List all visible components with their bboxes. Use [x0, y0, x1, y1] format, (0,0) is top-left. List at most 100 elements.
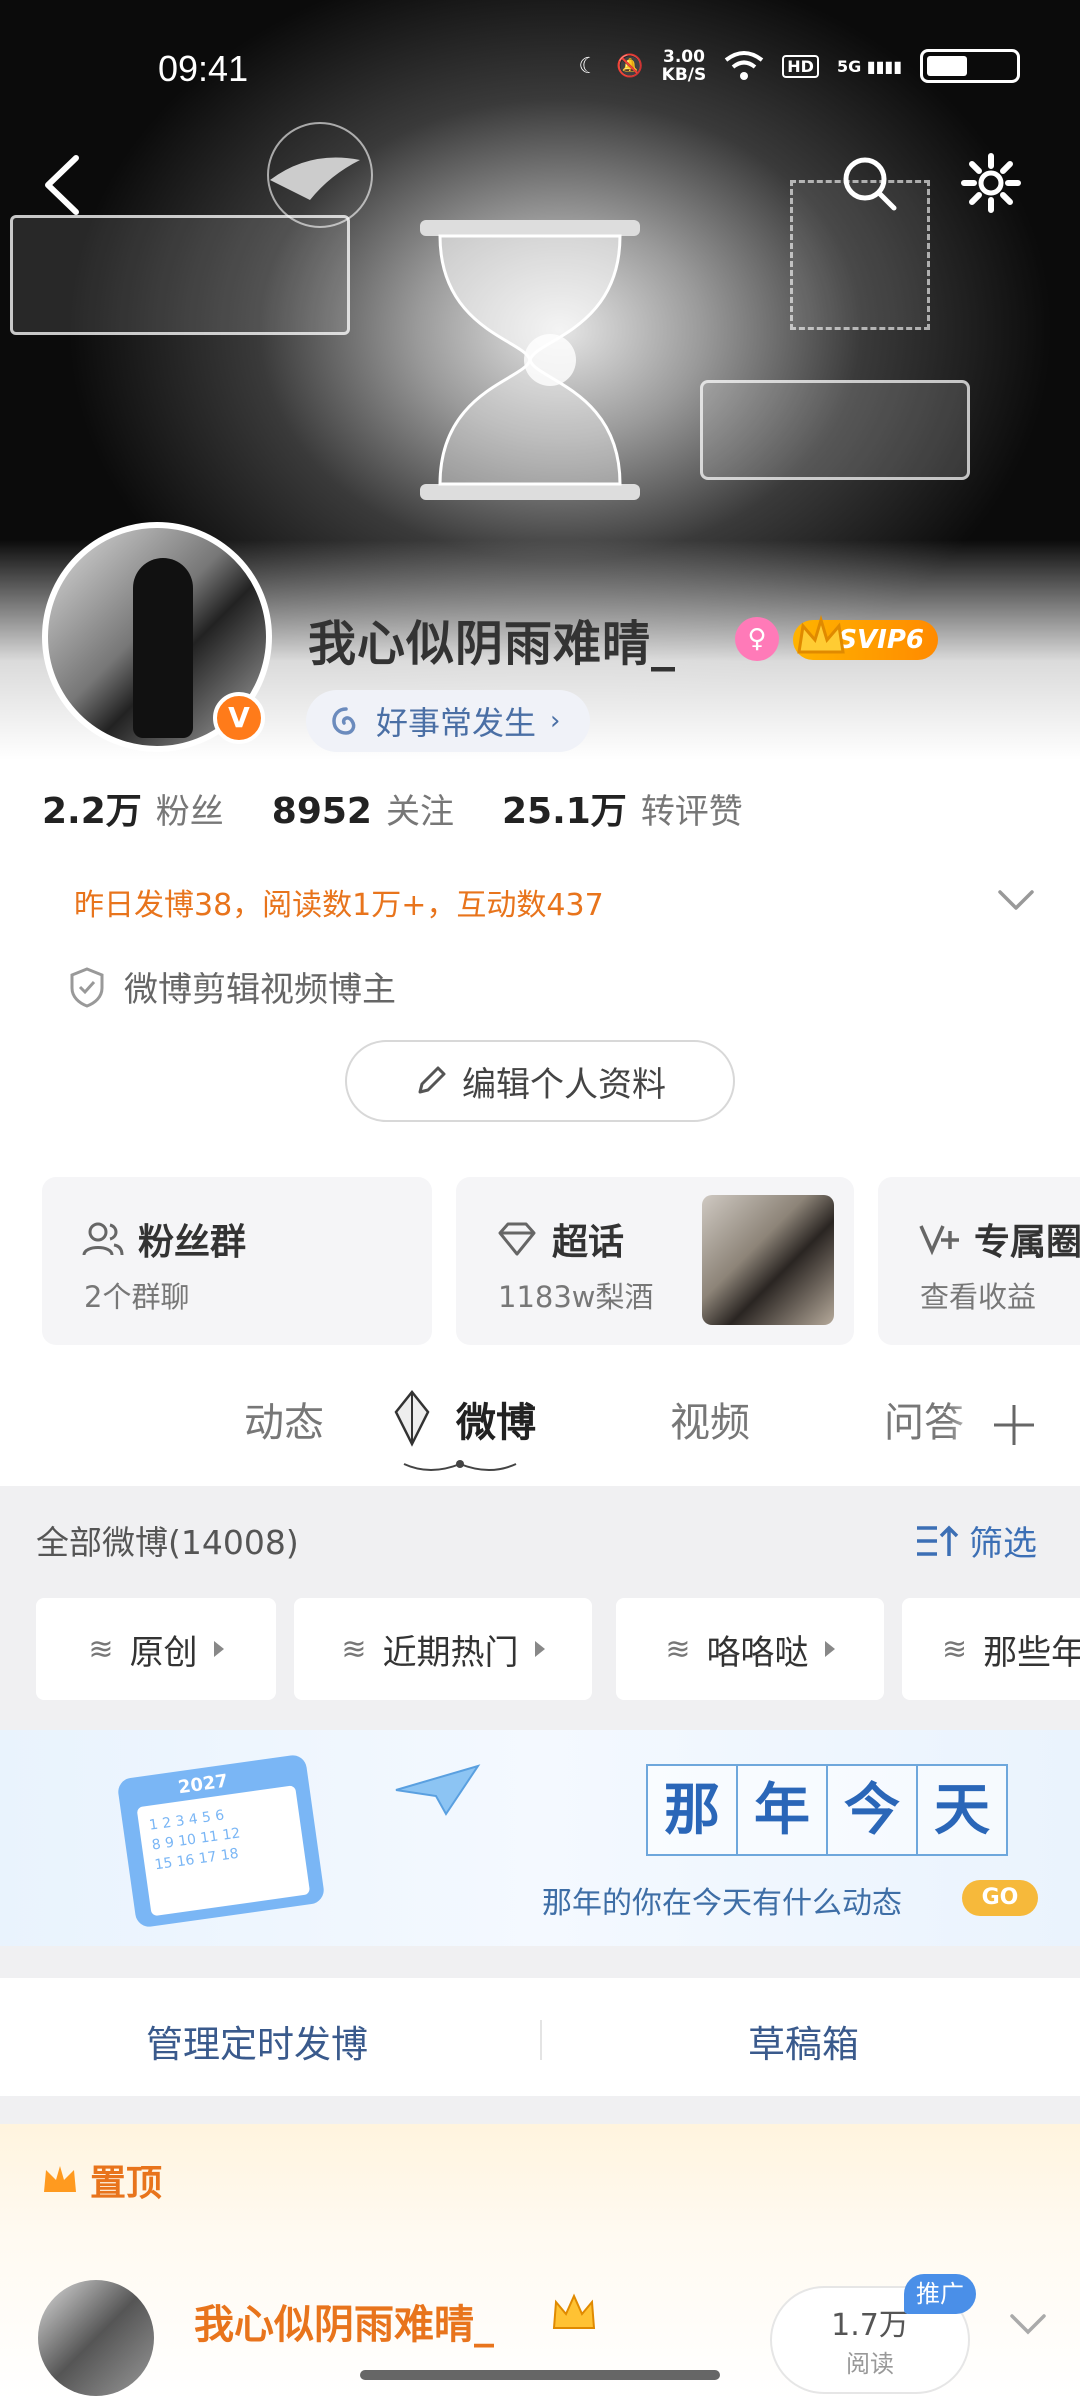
tab-dynamic[interactable]: 动态 — [244, 1390, 324, 1448]
certification[interactable]: 微博剪辑视频博主 — [68, 962, 396, 1011]
on-this-day-subtitle: 那年的你在今天有什么动态 — [542, 1886, 902, 1921]
chip-label: 那些年 — [983, 1632, 1080, 1673]
certification-text: 微博剪辑视频博主 — [124, 970, 396, 1010]
tab-weibo[interactable]: 微博 — [456, 1390, 536, 1448]
read-count-label: 阅读 — [846, 2350, 894, 2378]
profile-tabs: 动态 微博 视频 问答 — [0, 1370, 1080, 1480]
verified-badge: V — [213, 692, 265, 744]
feed-count: 全部微博(14008) — [36, 1523, 299, 1562]
triangle-right-icon — [824, 1641, 835, 1657]
stat-label: 粉丝 — [155, 792, 224, 832]
pinned-text: 置顶 — [90, 2163, 163, 2204]
drafts-button[interactable]: 草稿箱 — [748, 2014, 859, 2068]
net-speed: 3.00 KB/S — [662, 48, 707, 84]
paper-plane-icon — [395, 1764, 481, 1816]
pinned-post[interactable]: 置顶 我心似阴雨难晴_ 1.7万 阅读 推广 — [0, 2124, 1080, 2400]
go-button[interactable]: GO — [962, 1880, 1038, 1916]
tab-active-indicator — [403, 1460, 517, 1471]
chevron-right-icon: › — [550, 706, 561, 736]
layers-icon: ≋ — [665, 1631, 691, 1667]
tab-video[interactable]: 视频 — [670, 1390, 750, 1448]
supertopic-thumbnail — [702, 1195, 834, 1325]
signal-icon: 5G ▮▮▮▮ — [836, 56, 902, 76]
layers-icon: ≋ — [88, 1631, 114, 1667]
name-tag-graphic — [700, 380, 970, 480]
card-exclusive[interactable]: 专属圈 查看收益 — [878, 1177, 1080, 1345]
stat-label: 转评赞 — [640, 792, 743, 832]
card-sub: 1183w梨酒 — [498, 1280, 654, 1314]
motto-icon — [332, 707, 356, 735]
scheduled-posts-button[interactable]: 管理定时发博 — [146, 2014, 368, 2068]
chip-gegeda[interactable]: ≋ 咯咯哒 — [616, 1598, 884, 1700]
wifi-icon — [725, 51, 764, 80]
hd-icon: HD — [782, 54, 819, 78]
profile-stats: 2.2万 粉丝 8952 关注 25.1万 转评赞 — [42, 782, 743, 834]
v-plus-icon — [919, 1225, 959, 1256]
category-chips: ≋ 原创 ≋ 近期热门 ≋ 咯咯哒 ≋ 那些年 — [36, 1598, 1080, 1702]
pinned-label: 置顶 — [40, 2154, 162, 2206]
layers-icon: ≋ — [341, 1631, 367, 1667]
status-bar: 09:41 ☾ 🔕 3.00 KB/S HD 5G ▮▮▮▮ — [0, 0, 1080, 130]
post-avatar[interactable] — [38, 2280, 154, 2396]
card-sub: 2个群聊 — [84, 1280, 190, 1314]
triangle-right-icon — [213, 1641, 224, 1657]
card-title: 专属圈 — [918, 1213, 1080, 1265]
status-icons: ☾ 🔕 3.00 KB/S HD 5G ▮▮▮▮ — [579, 48, 1020, 84]
sort-filter-icon — [917, 1525, 959, 1556]
card-fan-groups[interactable]: 粉丝群 2个群聊 — [42, 1177, 432, 1345]
gear-icon[interactable] — [960, 152, 1022, 214]
card-title: 粉丝群 — [82, 1213, 246, 1265]
edit-profile-button[interactable]: 编辑个人资料 — [345, 1040, 735, 1122]
back-arrow-icon[interactable] — [34, 150, 94, 220]
title-char: 今 — [826, 1764, 918, 1856]
motto-pill[interactable]: 好事常发生 › — [306, 690, 591, 752]
card-supertopic[interactable]: 超话 1183w梨酒 — [456, 1177, 854, 1345]
pen-nib-icon — [394, 1389, 430, 1447]
shield-icon — [70, 966, 104, 1008]
stat-num: 8952 — [271, 791, 372, 832]
filter-button[interactable]: 筛选 — [915, 1516, 1037, 1565]
stat-following[interactable]: 8952 关注 — [272, 784, 454, 833]
stat-label: 关注 — [385, 792, 454, 832]
feature-cards: 粉丝群 2个群聊 超话 1183w梨酒 专属圈 查看收益 — [42, 1177, 1080, 1347]
on-this-day-banner[interactable]: 2027 1 2 3 4 5 68 9 10 11 12 15 16 17 18 … — [0, 1730, 1080, 1946]
layers-icon: ≋ — [942, 1631, 968, 1667]
card-title-text: 超话 — [552, 1222, 625, 1263]
search-icon[interactable] — [838, 152, 900, 214]
title-char: 年 — [736, 1764, 828, 1856]
triangle-right-icon — [534, 1641, 545, 1657]
avatar-figure — [133, 558, 193, 738]
group-icon — [82, 1222, 124, 1256]
chip-recent-hot[interactable]: ≋ 近期热门 — [294, 1598, 592, 1700]
stat-num: 2.2万 — [42, 791, 142, 832]
stat-interactions[interactable]: 25.1万 转评赞 — [502, 782, 743, 834]
chevron-down-icon[interactable] — [996, 886, 1036, 914]
yesterday-summary[interactable]: 昨日发博38，阅读数1万+，互动数437 — [74, 880, 604, 924]
edit-profile-label: 编辑个人资料 — [462, 1064, 666, 1105]
home-indicator[interactable] — [360, 2370, 720, 2380]
hourglass-graphic — [420, 220, 640, 500]
pencil-icon — [418, 1066, 446, 1094]
signal-label: 5G — [836, 56, 862, 76]
card-title-text: 粉丝群 — [138, 1222, 247, 1263]
promote-badge[interactable]: 推广 — [904, 2274, 976, 2314]
stat-fans[interactable]: 2.2万 粉丝 — [42, 782, 224, 834]
add-tab-button[interactable] — [948, 1370, 1080, 1480]
calendar-icon: 2027 1 2 3 4 5 68 9 10 11 12 15 16 17 18 — [116, 1753, 326, 1929]
plus-icon — [994, 1405, 1034, 1445]
chip-original[interactable]: ≋ 原创 — [36, 1598, 276, 1700]
filter-label: 筛选 — [969, 1524, 1037, 1564]
moon-icon: ☾ — [578, 53, 599, 79]
manage-bar: 管理定时发博 草稿箱 — [0, 1978, 1080, 2096]
calendar-year: 2027 — [176, 1770, 230, 1799]
chip-those-years[interactable]: ≋ 那些年 — [902, 1598, 1080, 1700]
divider — [540, 2020, 542, 2060]
crown-icon — [797, 614, 845, 654]
card-sub: 查看收益 — [920, 1280, 1037, 1314]
chevron-down-icon[interactable] — [1008, 2310, 1048, 2338]
post-author[interactable]: 我心似阴雨难晴_ — [194, 2292, 494, 2350]
ticket-graphic — [10, 215, 350, 335]
title-char: 天 — [916, 1764, 1008, 1856]
battery-icon — [920, 49, 1020, 83]
crown-icon — [44, 2166, 76, 2192]
